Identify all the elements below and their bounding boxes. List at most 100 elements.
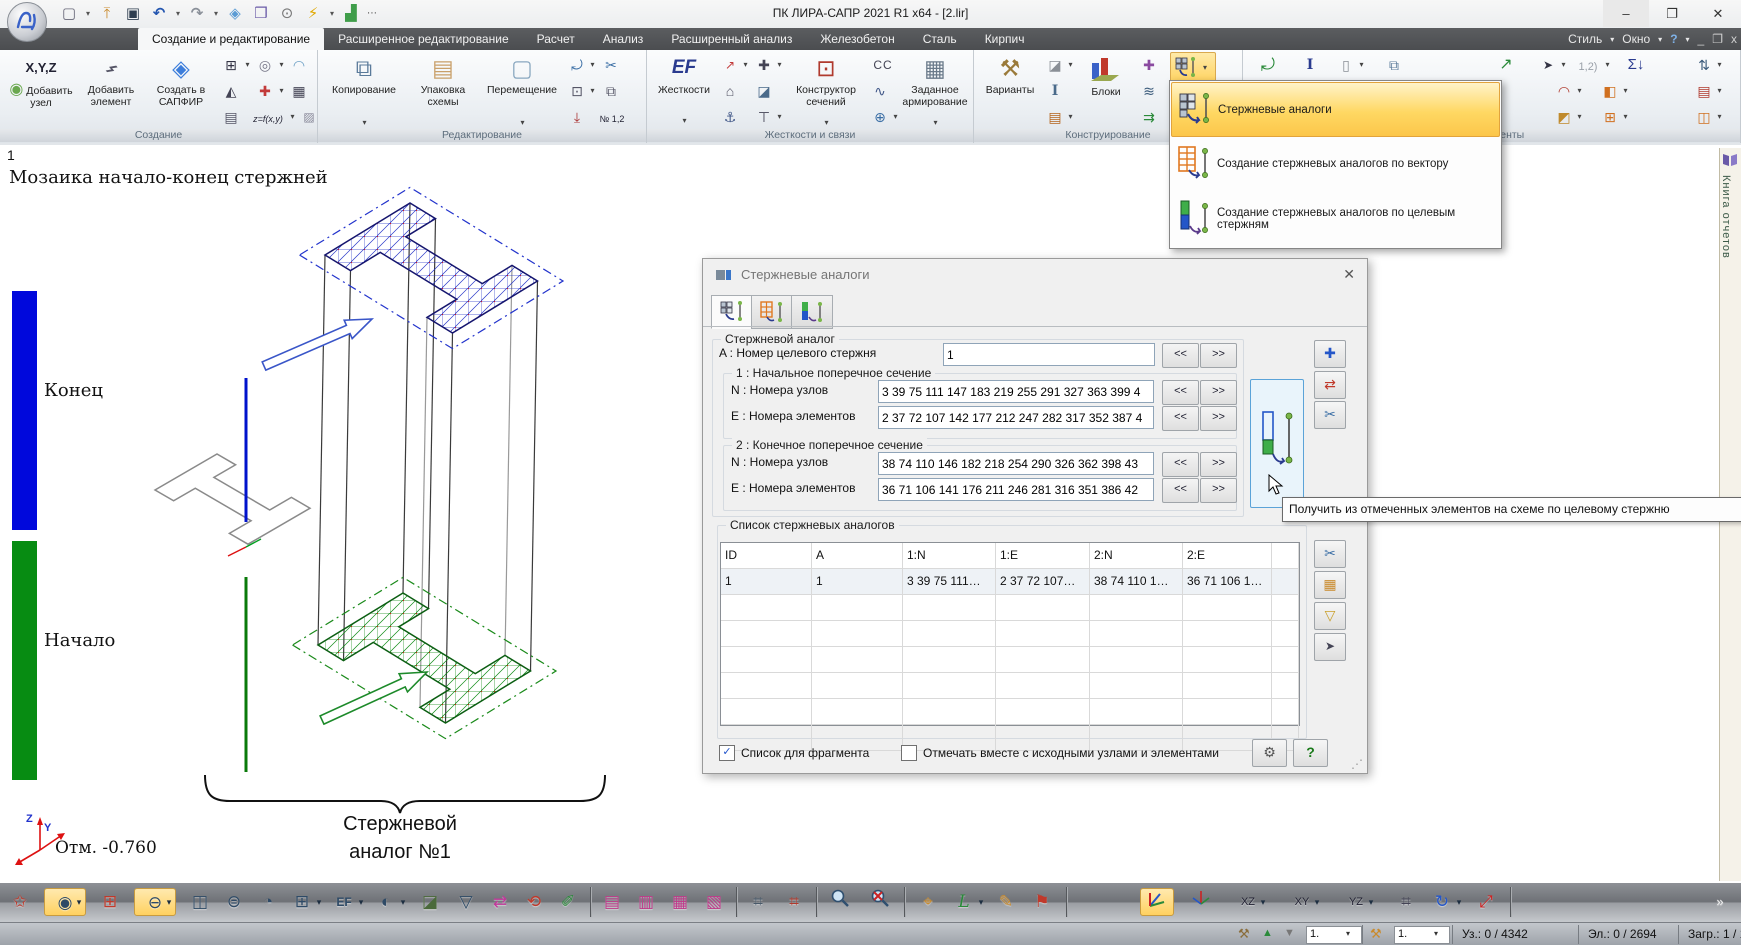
copy-button[interactable]: ⧉ Копирование ▾ (326, 52, 402, 96)
end-elements-input[interactable] (878, 478, 1154, 501)
end-elements-next-button[interactable]: >> (1200, 478, 1237, 503)
dialog-title-bar[interactable]: Стержневые аналоги ✕ (703, 259, 1367, 291)
table-row-cell[interactable]: 36 71 106 1… (1183, 569, 1272, 595)
select-cursor-dropdown-icon[interactable]: ▾ (1559, 60, 1568, 70)
block-combo-dropdown-icon[interactable]: ▾ (1346, 929, 1350, 938)
col-header-1e[interactable]: 1:E (996, 543, 1090, 569)
status-up-icon[interactable]: ▲ (1262, 927, 1273, 939)
filter-list-button[interactable]: ▽ (1314, 602, 1346, 630)
app-logo[interactable] (7, 2, 47, 42)
scissors-icon[interactable]: ✂ (600, 54, 622, 76)
dashed-grid-icon[interactable]: ▨ (298, 106, 320, 128)
brush-icon[interactable]: ✐ (554, 888, 582, 916)
lasso-icon[interactable]: ⟲ (520, 888, 548, 916)
building-icon[interactable]: ▤ (220, 106, 242, 128)
move-node-dropdown-icon[interactable]: ▾ (277, 86, 286, 96)
cylinder-dropdown-icon[interactable]: ▾ (277, 60, 286, 70)
select-elements-dropdown-icon[interactable]: ▾ (164, 897, 174, 908)
table-cols-dropdown-icon[interactable]: ▾ (1715, 112, 1724, 122)
green-swoosh-icon[interactable]: ⤾ (1257, 54, 1279, 76)
plus-squares-dropdown-icon[interactable]: ▾ (1621, 112, 1630, 122)
pack-scheme-button[interactable]: ▤ Упаковка схемы (404, 52, 482, 108)
updown-dropdown-icon[interactable]: ▾ (1715, 60, 1724, 70)
arrows-add-icon[interactable]: ⇉ (1138, 106, 1160, 128)
tab-create-edit[interactable]: Создание и редактирование (138, 28, 324, 50)
col-header-a[interactable]: A (812, 543, 903, 569)
style-menu[interactable]: Стиль (1568, 32, 1602, 46)
col-header-1n[interactable]: 1:N (903, 543, 996, 569)
size-l-dropdown-icon[interactable]: ▾ (976, 897, 986, 908)
updown-icon[interactable]: ⇅ (1693, 54, 1715, 76)
invert-selection-icon[interactable]: ⇄ (486, 888, 514, 916)
target-bar-prev-button[interactable]: << (1162, 343, 1199, 368)
vector-icon[interactable]: ↗ (1495, 54, 1517, 76)
hinges-icon[interactable]: ↗ (719, 54, 741, 76)
concrete-cube-dropdown-icon[interactable]: ▾ (1066, 60, 1075, 70)
cylinder-icon[interactable]: ◎ (254, 54, 276, 76)
flashlight-icon[interactable]: ⌖ (914, 888, 942, 916)
numbering-dropdown-icon[interactable]: ▾ (1603, 60, 1612, 70)
hinges-dropdown-icon[interactable]: ▾ (741, 60, 750, 70)
flag-pencil-icon[interactable]: ⚑ (1028, 888, 1056, 916)
status-hammer-icon[interactable]: ⚒ (1370, 926, 1382, 942)
doc-close-icon[interactable]: x (1731, 32, 1737, 46)
pin-dropdown-icon[interactable]: ▾ (775, 60, 784, 70)
orange-squares-dropdown-icon[interactable]: ▾ (1621, 86, 1630, 96)
rotated-elements-icon[interactable]: ◔ (254, 888, 282, 916)
frame-red-icon[interactable]: ⌗ (780, 888, 808, 916)
tab-analysis[interactable]: Анализ (589, 28, 658, 50)
tab-reinforced-concrete[interactable]: Железобетон (806, 28, 908, 50)
variants-button[interactable]: ⚒ Варианты (980, 52, 1040, 96)
frame-gray-icon[interactable]: ⌗ (744, 888, 772, 916)
start-elements-next-button[interactable]: >> (1200, 406, 1237, 431)
rotate-copy-icon[interactable]: ⤾ (566, 54, 588, 76)
table-row-cell[interactable]: 38 74 110 1… (1090, 569, 1183, 595)
rsu-icon[interactable]: ◩ (1553, 106, 1575, 128)
minimize-button[interactable]: – (1603, 0, 1649, 27)
block-combo[interactable]: 1. (1306, 926, 1362, 944)
table-row-cell[interactable]: 1 (721, 569, 812, 595)
fragment-list-checkbox[interactable]: ✓ (719, 745, 735, 761)
table-row-cell[interactable]: 2 37 72 107… (996, 569, 1090, 595)
menu-item-analogs-by-target[interactable]: Создание стержневых аналогов по целевым … (1171, 192, 1498, 245)
mirror-icon[interactable]: ⊡ (566, 80, 588, 102)
add-element-button[interactable]: ⌁ Добавить элемент (76, 52, 146, 108)
toolbar-overflow-icon[interactable]: » (1706, 888, 1734, 916)
mirror-dropdown-icon[interactable]: ▾ (588, 86, 597, 96)
bar-analogs-split-button[interactable]: ▾ (1170, 52, 1216, 82)
ground-dropdown-icon[interactable]: ▾ (891, 112, 900, 122)
pack-list-button[interactable]: ▦ (1314, 571, 1346, 599)
confirm-box-icon[interactable]: ▤ (598, 888, 626, 916)
needle-add-icon[interactable]: ✚ (1138, 54, 1160, 76)
rotate-view-dropdown-icon[interactable]: ▾ (1454, 897, 1464, 908)
truss-icon[interactable]: ◭ (220, 80, 242, 102)
dialog-tab-by-target[interactable] (791, 295, 833, 329)
reinforcement-button[interactable]: ▦ Заданное армирование ▾ (899, 52, 971, 108)
plane-grid-icon[interactable]: ⌗ (1392, 888, 1420, 916)
pencil-icon[interactable]: ✎ (992, 888, 1020, 916)
restore-box-icon[interactable]: ▥ (632, 888, 660, 916)
bottle-dropdown-icon[interactable]: ▾ (1357, 60, 1366, 70)
brick-icon[interactable]: ▤ (1044, 106, 1066, 128)
rotate-copy-dropdown-icon[interactable]: ▾ (588, 60, 597, 70)
start-nodes-input[interactable] (878, 380, 1154, 403)
concrete-cube-icon[interactable]: ◪ (1044, 54, 1066, 76)
restore-button[interactable]: ❐ (1649, 0, 1695, 27)
delete-analog-button[interactable]: ✂ (1314, 540, 1346, 568)
polyfilter-icon[interactable]: ▽ (452, 888, 480, 916)
end-nodes-next-button[interactable]: >> (1200, 452, 1237, 477)
tab-calculation[interactable]: Расчет (523, 28, 589, 50)
load-combo[interactable]: 1. (1394, 926, 1450, 944)
table-row-cell[interactable]: 1 (812, 569, 903, 595)
move-node-icon[interactable]: ✚ (254, 80, 276, 102)
diagonal-elements-icon[interactable]: ◐ (372, 888, 400, 916)
ground-icon[interactable]: ⊕ (869, 106, 891, 128)
cc-icon[interactable]: CC (869, 54, 897, 76)
table-row-cell[interactable]: 3 39 75 111… (903, 569, 996, 595)
end-nodes-input[interactable] (878, 452, 1154, 475)
surface-fxy-dropdown-icon[interactable]: ▾ (288, 112, 297, 122)
isometric-view-icon[interactable] (1140, 888, 1174, 916)
hanger-icon[interactable]: ⚓ (719, 106, 741, 128)
doc-minimize-icon[interactable]: _ (1698, 32, 1705, 46)
free-axes-icon[interactable]: ⤢ (1472, 888, 1500, 916)
